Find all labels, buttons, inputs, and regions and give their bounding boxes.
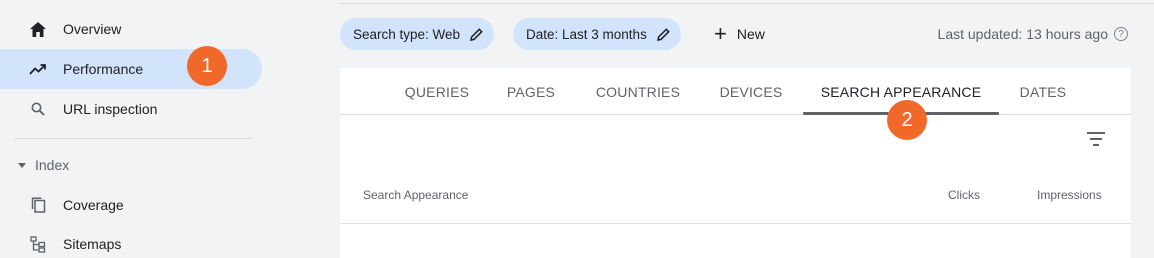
last-updated-text: Last updated: 13 hours ago — [937, 26, 1108, 42]
tab-devices[interactable]: DEVICES — [710, 68, 792, 115]
caret-down-icon — [18, 162, 26, 168]
sidebar-item-label: Coverage — [63, 197, 124, 213]
pencil-icon[interactable] — [656, 27, 670, 41]
sidebar: Overview Performance URL inspection Inde… — [0, 0, 268, 258]
new-filter-button[interactable]: + New — [714, 18, 765, 50]
sidebar-item-overview[interactable]: Overview — [0, 9, 262, 49]
tab-pages[interactable]: PAGES — [498, 68, 564, 115]
column-header-impressions[interactable]: Impressions — [1037, 188, 1102, 202]
step-badge-2: 2 — [887, 100, 927, 140]
help-icon[interactable]: ? — [1114, 27, 1128, 41]
sidebar-item-label: URL inspection — [63, 101, 158, 117]
tab-countries[interactable]: COUNTRIES — [588, 68, 688, 115]
sidebar-section-label: Index — [35, 157, 70, 173]
last-updated: Last updated: 13 hours ago ? — [938, 18, 1128, 50]
coverage-icon — [27, 196, 49, 214]
sidebar-item-coverage[interactable]: Coverage — [0, 185, 262, 225]
trending-up-icon — [27, 60, 49, 78]
step-badge-1: 1 — [187, 46, 227, 86]
chip-label: Search type: Web — [353, 26, 461, 42]
plus-icon: + — [714, 21, 727, 46]
date-chip[interactable]: Date: Last 3 months — [513, 18, 681, 50]
tab-queries[interactable]: QUERIES — [392, 68, 482, 115]
tab-bar: QUERIES PAGES COUNTRIES DEVICES SEARCH A… — [340, 68, 1131, 115]
column-header-search-appearance[interactable]: Search Appearance — [363, 188, 468, 202]
chip-label: Date: Last 3 months — [526, 26, 647, 42]
new-label: New — [736, 26, 765, 42]
pencil-icon[interactable] — [470, 27, 483, 41]
sidebar-item-label: Overview — [63, 21, 122, 37]
filter-icon[interactable] — [1087, 132, 1105, 146]
home-icon — [27, 20, 49, 38]
column-header-clicks[interactable]: Clicks — [948, 188, 980, 202]
tab-dates[interactable]: DATES — [1013, 68, 1073, 115]
sidebar-item-sitemaps[interactable]: Sitemaps — [0, 224, 262, 258]
search-type-chip[interactable]: Search type: Web — [340, 18, 495, 50]
table-header-divider — [340, 223, 1131, 224]
sitemap-icon — [27, 235, 49, 253]
sidebar-section-index[interactable]: Index — [18, 154, 69, 176]
search-icon — [27, 100, 49, 118]
report-card: QUERIES PAGES COUNTRIES DEVICES SEARCH A… — [340, 68, 1131, 258]
sidebar-divider — [14, 138, 252, 139]
sidebar-item-label: Sitemaps — [63, 236, 122, 252]
filter-bar: Search type: Web Date: Last 3 months + N… — [338, 0, 1154, 68]
sidebar-item-label: Performance — [63, 61, 144, 77]
sidebar-item-url-inspection[interactable]: URL inspection — [0, 89, 262, 129]
